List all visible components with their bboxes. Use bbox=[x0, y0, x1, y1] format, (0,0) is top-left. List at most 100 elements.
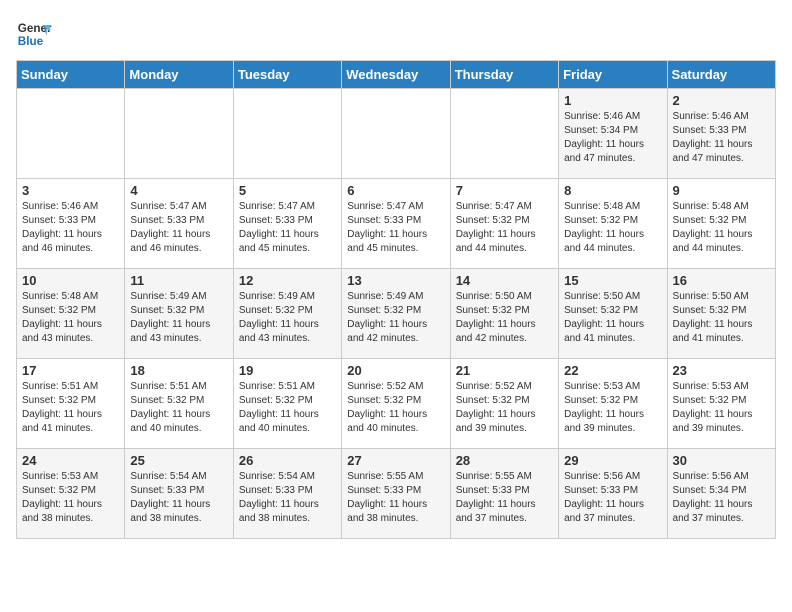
calendar-cell: 24 Sunrise: 5:53 AMSunset: 5:32 PMDayligh… bbox=[17, 449, 125, 539]
calendar-cell: 21 Sunrise: 5:52 AMSunset: 5:32 PMDayligh… bbox=[450, 359, 558, 449]
logo: General Blue bbox=[16, 16, 52, 52]
calendar-cell: 4Sunrise: 5:47 AMSunset: 5:33 PMDaylight… bbox=[125, 179, 233, 269]
day-number: 30 bbox=[673, 453, 770, 468]
week-row-1: 1Sunrise: 5:46 AMSunset: 5:34 PMDaylight… bbox=[17, 89, 776, 179]
calendar-cell: 29 Sunrise: 5:56 AMSunset: 5:33 PMDayligh… bbox=[559, 449, 667, 539]
day-info: Sunrise: 5:51 AMSunset: 5:32 PMDaylight:… bbox=[239, 380, 336, 436]
calendar-cell: 26 Sunrise: 5:54 AMSunset: 5:33 PMDayligh… bbox=[233, 449, 341, 539]
day-number: 15 bbox=[564, 273, 661, 288]
day-number: 28 bbox=[456, 453, 553, 468]
day-info: Sunrise: 5:49 AMSunset: 5:32 PMDaylight:… bbox=[239, 290, 336, 346]
calendar-cell bbox=[342, 89, 450, 179]
calendar-cell bbox=[233, 89, 341, 179]
day-number: 19 bbox=[239, 363, 336, 378]
week-row-4: 17 Sunrise: 5:51 AMSunset: 5:32 PMDayligh… bbox=[17, 359, 776, 449]
day-info: Sunrise: 5:51 AMSunset: 5:32 PMDaylight:… bbox=[22, 380, 119, 436]
weekday-header-monday: Monday bbox=[125, 61, 233, 89]
calendar-cell: 3Sunrise: 5:46 AMSunset: 5:33 PMDaylight… bbox=[17, 179, 125, 269]
day-number: 24 bbox=[22, 453, 119, 468]
day-info: Sunrise: 5:48 AMSunset: 5:32 PMDaylight:… bbox=[564, 200, 661, 256]
calendar-cell: 16 Sunrise: 5:50 AMSunset: 5:32 PMDayligh… bbox=[667, 269, 775, 359]
calendar-cell: 19 Sunrise: 5:51 AMSunset: 5:32 PMDayligh… bbox=[233, 359, 341, 449]
calendar-cell: 11 Sunrise: 5:49 AMSunset: 5:32 PMDayligh… bbox=[125, 269, 233, 359]
day-number: 23 bbox=[673, 363, 770, 378]
day-info: Sunrise: 5:56 AMSunset: 5:33 PMDaylight:… bbox=[564, 470, 661, 526]
day-number: 3 bbox=[22, 183, 119, 198]
day-info: Sunrise: 5:48 AMSunset: 5:32 PMDaylight:… bbox=[673, 200, 770, 256]
day-info: Sunrise: 5:48 AMSunset: 5:32 PMDaylight:… bbox=[22, 290, 119, 346]
weekday-header-tuesday: Tuesday bbox=[233, 61, 341, 89]
calendar-cell: 6 Sunrise: 5:47 AMSunset: 5:33 PMDaylight… bbox=[342, 179, 450, 269]
day-info: Sunrise: 5:46 AMSunset: 5:34 PMDaylight:… bbox=[564, 110, 661, 166]
week-row-2: 3Sunrise: 5:46 AMSunset: 5:33 PMDaylight… bbox=[17, 179, 776, 269]
day-number: 26 bbox=[239, 453, 336, 468]
day-number: 8 bbox=[564, 183, 661, 198]
day-info: Sunrise: 5:56 AMSunset: 5:34 PMDaylight:… bbox=[673, 470, 770, 526]
day-info: Sunrise: 5:54 AMSunset: 5:33 PMDaylight:… bbox=[130, 470, 227, 526]
day-info: Sunrise: 5:53 AMSunset: 5:32 PMDaylight:… bbox=[564, 380, 661, 436]
weekday-header-thursday: Thursday bbox=[450, 61, 558, 89]
calendar-cell bbox=[125, 89, 233, 179]
day-info: Sunrise: 5:47 AMSunset: 5:32 PMDaylight:… bbox=[456, 200, 553, 256]
logo-icon: General Blue bbox=[16, 16, 52, 52]
day-number: 18 bbox=[130, 363, 227, 378]
day-info: Sunrise: 5:50 AMSunset: 5:32 PMDaylight:… bbox=[456, 290, 553, 346]
calendar-cell bbox=[450, 89, 558, 179]
week-row-3: 10 Sunrise: 5:48 AMSunset: 5:32 PMDayligh… bbox=[17, 269, 776, 359]
day-number: 11 bbox=[130, 273, 227, 288]
day-number: 12 bbox=[239, 273, 336, 288]
calendar-cell: 30 Sunrise: 5:56 AMSunset: 5:34 PMDayligh… bbox=[667, 449, 775, 539]
weekday-header-wednesday: Wednesday bbox=[342, 61, 450, 89]
day-number: 6 bbox=[347, 183, 444, 198]
day-number: 21 bbox=[456, 363, 553, 378]
calendar-cell: 15 Sunrise: 5:50 AMSunset: 5:32 PMDayligh… bbox=[559, 269, 667, 359]
day-number: 27 bbox=[347, 453, 444, 468]
calendar-cell: 12 Sunrise: 5:49 AMSunset: 5:32 PMDayligh… bbox=[233, 269, 341, 359]
day-info: Sunrise: 5:53 AMSunset: 5:32 PMDaylight:… bbox=[22, 470, 119, 526]
calendar-cell: 20Sunrise: 5:52 AMSunset: 5:32 PMDayligh… bbox=[342, 359, 450, 449]
day-info: Sunrise: 5:50 AMSunset: 5:32 PMDaylight:… bbox=[673, 290, 770, 346]
calendar-cell: 9 Sunrise: 5:48 AMSunset: 5:32 PMDaylight… bbox=[667, 179, 775, 269]
day-info: Sunrise: 5:55 AMSunset: 5:33 PMDaylight:… bbox=[456, 470, 553, 526]
day-info: Sunrise: 5:47 AMSunset: 5:33 PMDaylight:… bbox=[239, 200, 336, 256]
calendar-cell bbox=[17, 89, 125, 179]
calendar-table: SundayMondayTuesdayWednesdayThursdayFrid… bbox=[16, 60, 776, 539]
calendar-cell: 2Sunrise: 5:46 AMSunset: 5:33 PMDaylight… bbox=[667, 89, 775, 179]
day-info: Sunrise: 5:46 AMSunset: 5:33 PMDaylight:… bbox=[673, 110, 770, 166]
day-info: Sunrise: 5:53 AMSunset: 5:32 PMDaylight:… bbox=[673, 380, 770, 436]
day-info: Sunrise: 5:55 AMSunset: 5:33 PMDaylight:… bbox=[347, 470, 444, 526]
calendar-cell: 5Sunrise: 5:47 AMSunset: 5:33 PMDaylight… bbox=[233, 179, 341, 269]
calendar-cell: 27 Sunrise: 5:55 AMSunset: 5:33 PMDayligh… bbox=[342, 449, 450, 539]
day-info: Sunrise: 5:49 AMSunset: 5:32 PMDaylight:… bbox=[347, 290, 444, 346]
weekday-header-friday: Friday bbox=[559, 61, 667, 89]
weekday-header-saturday: Saturday bbox=[667, 61, 775, 89]
day-number: 29 bbox=[564, 453, 661, 468]
weekday-header-row: SundayMondayTuesdayWednesdayThursdayFrid… bbox=[17, 61, 776, 89]
calendar-cell: 23 Sunrise: 5:53 AMSunset: 5:32 PMDayligh… bbox=[667, 359, 775, 449]
day-number: 17 bbox=[22, 363, 119, 378]
day-info: Sunrise: 5:54 AMSunset: 5:33 PMDaylight:… bbox=[239, 470, 336, 526]
calendar-cell: 13 Sunrise: 5:49 AMSunset: 5:32 PMDayligh… bbox=[342, 269, 450, 359]
day-number: 13 bbox=[347, 273, 444, 288]
day-number: 16 bbox=[673, 273, 770, 288]
day-number: 25 bbox=[130, 453, 227, 468]
calendar-cell: 17 Sunrise: 5:51 AMSunset: 5:32 PMDayligh… bbox=[17, 359, 125, 449]
day-number: 4 bbox=[130, 183, 227, 198]
day-info: Sunrise: 5:47 AMSunset: 5:33 PMDaylight:… bbox=[347, 200, 444, 256]
calendar-cell: 1Sunrise: 5:46 AMSunset: 5:34 PMDaylight… bbox=[559, 89, 667, 179]
week-row-5: 24 Sunrise: 5:53 AMSunset: 5:32 PMDayligh… bbox=[17, 449, 776, 539]
svg-text:Blue: Blue bbox=[18, 35, 44, 48]
calendar-cell: 8 Sunrise: 5:48 AMSunset: 5:32 PMDaylight… bbox=[559, 179, 667, 269]
weekday-header-sunday: Sunday bbox=[17, 61, 125, 89]
day-number: 22 bbox=[564, 363, 661, 378]
day-info: Sunrise: 5:49 AMSunset: 5:32 PMDaylight:… bbox=[130, 290, 227, 346]
day-info: Sunrise: 5:51 AMSunset: 5:32 PMDaylight:… bbox=[130, 380, 227, 436]
day-number: 9 bbox=[673, 183, 770, 198]
day-info: Sunrise: 5:52 AMSunset: 5:32 PMDaylight:… bbox=[456, 380, 553, 436]
day-info: Sunrise: 5:50 AMSunset: 5:32 PMDaylight:… bbox=[564, 290, 661, 346]
calendar-cell: 14 Sunrise: 5:50 AMSunset: 5:32 PMDayligh… bbox=[450, 269, 558, 359]
calendar-cell: 18 Sunrise: 5:51 AMSunset: 5:32 PMDayligh… bbox=[125, 359, 233, 449]
day-number: 10 bbox=[22, 273, 119, 288]
day-number: 7 bbox=[456, 183, 553, 198]
day-number: 14 bbox=[456, 273, 553, 288]
